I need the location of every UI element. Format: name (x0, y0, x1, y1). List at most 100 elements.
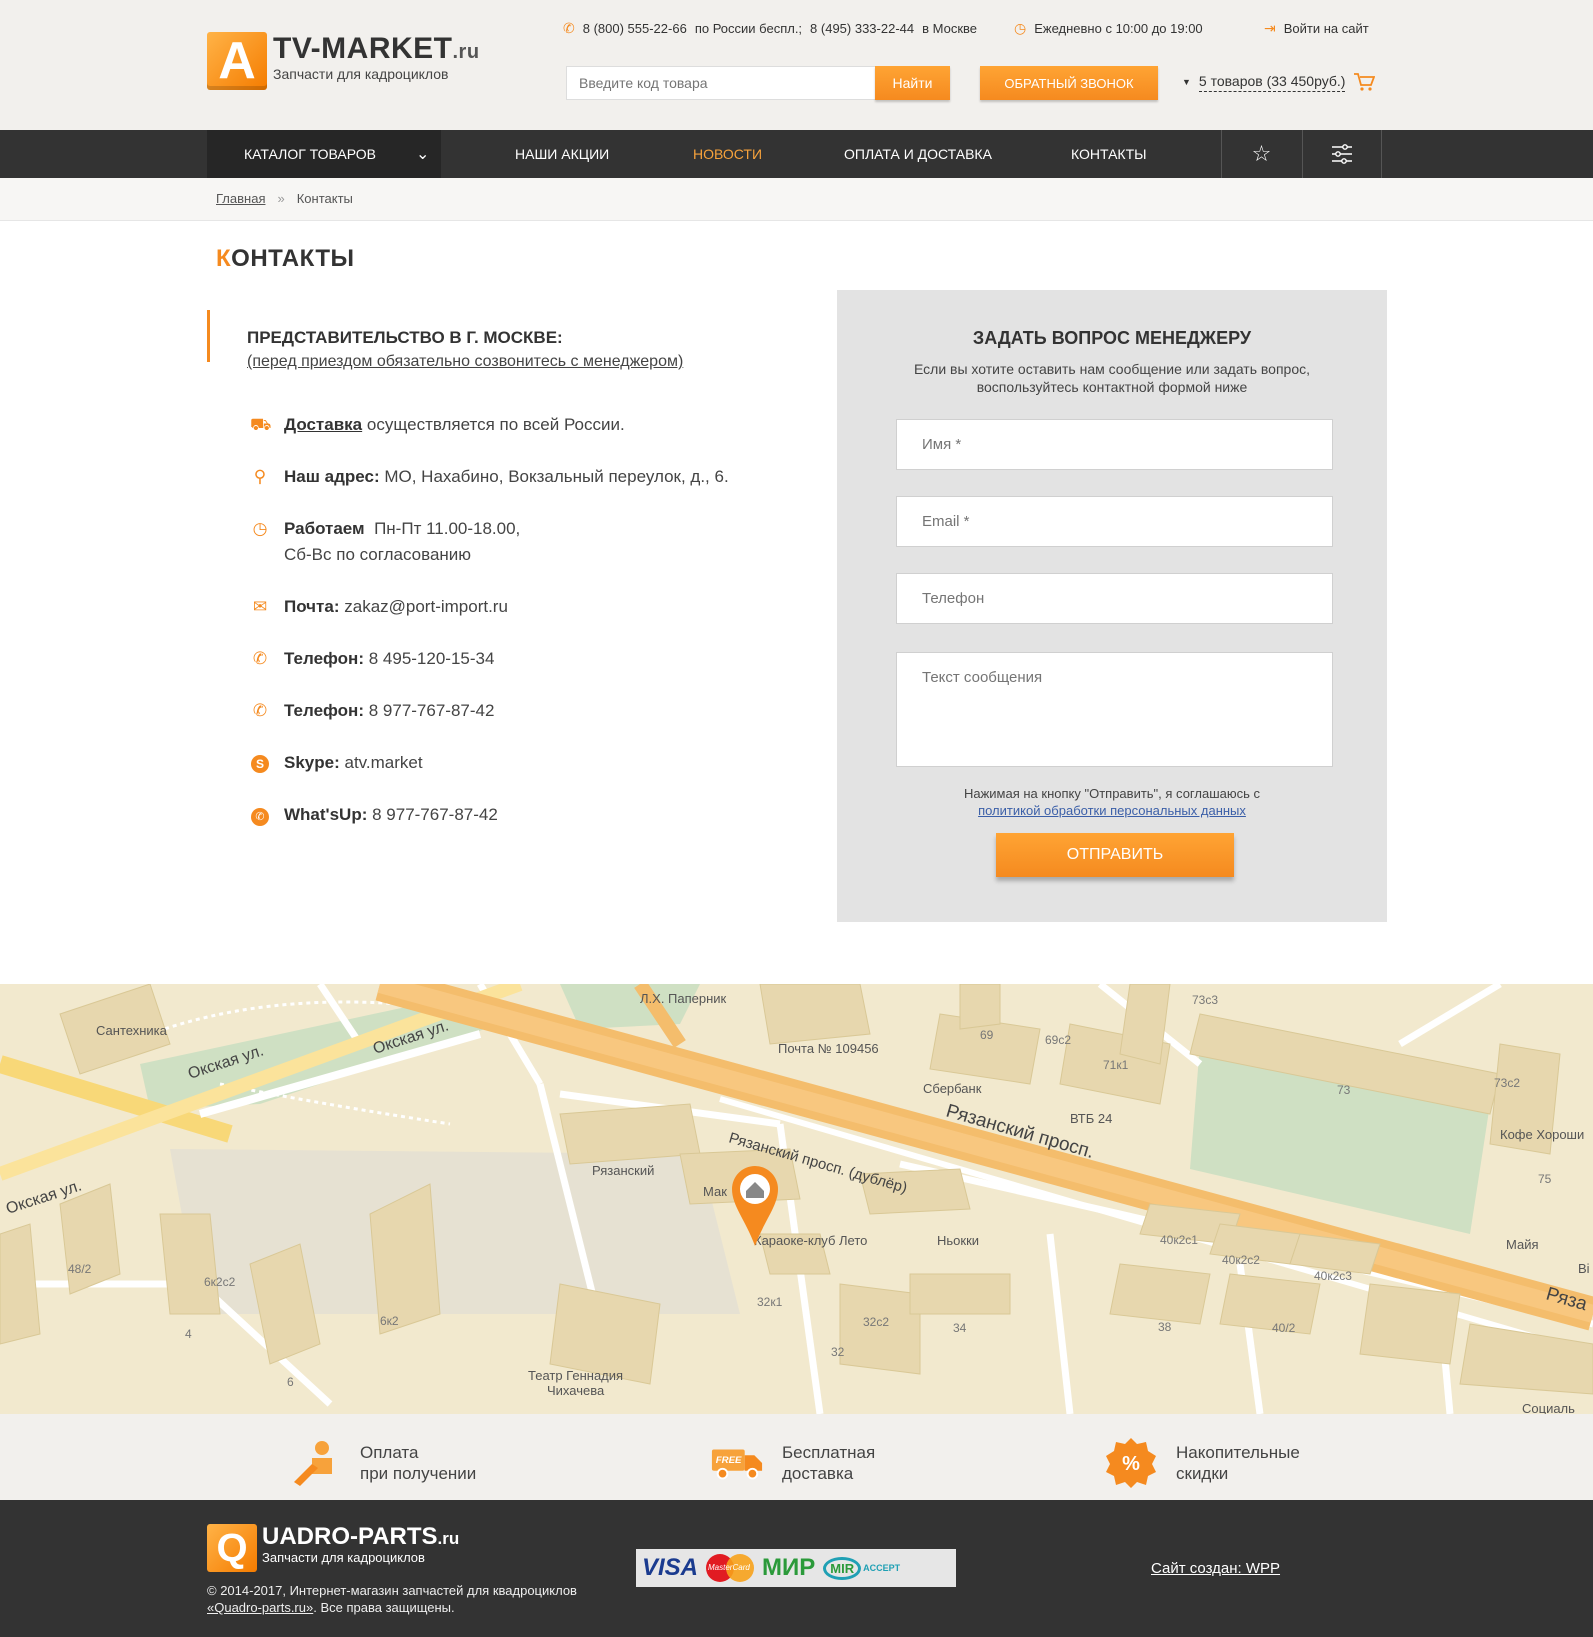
catalog-menu[interactable]: КАТАЛОГ ТОВАРОВ ⌄ (207, 130, 441, 178)
location-pin-icon: ⚲ (253, 467, 267, 486)
page-title-first-letter: К (216, 245, 232, 272)
mail-label: Почта: (284, 597, 340, 616)
developer-link[interactable]: Сайт создан: WPP (1151, 1560, 1280, 1577)
work-label: Работаем (284, 519, 365, 538)
map-bldg-40k2c2: 40к2с2 (1222, 1253, 1260, 1267)
nav-item-payment-delivery[interactable]: ОПЛАТА И ДОСТАВКА (844, 130, 992, 178)
search-button[interactable]: Найти (875, 66, 950, 100)
header-hours: ◷ Ежедневно с 10:00 до 19:00 (1014, 20, 1203, 37)
percent-badge-icon: % (1106, 1438, 1156, 1488)
site-logo[interactable]: A TV-MARKET.ru Запчасти для кадроциклов (207, 32, 480, 90)
nav-item-news[interactable]: НОВОСТИ (693, 130, 762, 178)
skype-text[interactable]: atv.market (344, 753, 422, 772)
sliders-icon (1332, 144, 1352, 164)
map-label-karaoke: Караоке-клуб Лето (754, 1233, 867, 1248)
map-bldg-6: 6 (287, 1375, 294, 1389)
map-label-theatre: Театр Геннадия (528, 1368, 623, 1383)
map-bldg-73: 73 (1337, 1083, 1351, 1097)
map-label-nyokki: Ньокки (937, 1233, 979, 1248)
phone-text-1[interactable]: 8 495-120-15-34 (369, 649, 495, 668)
phone-2[interactable]: 8 (495) 333-22-44 (810, 21, 914, 36)
map-label-vtb: ВТБ 24 (1070, 1111, 1112, 1126)
submit-button[interactable]: ОТПРАВИТЬ (996, 833, 1234, 877)
contact-work-hours: ◷ Работаем Пн-Пт 11.00-18.00, Сб-Вс по со… (250, 516, 521, 568)
free-label: FREE (716, 1455, 742, 1466)
callback-button[interactable]: ОБРАТНЫЙ ЗВОНОК (980, 66, 1158, 100)
email-field[interactable] (896, 496, 1333, 547)
name-field[interactable] (896, 419, 1333, 470)
courier-icon (294, 1441, 332, 1486)
contact-delivery: ⛟ Доставка осуществляется по всей России… (250, 412, 625, 438)
breadcrumb-home[interactable]: Главная (216, 191, 265, 206)
delivery-label[interactable]: Доставка (284, 415, 362, 434)
feature-1-line-1: Оплата (360, 1443, 419, 1462)
favorites-button[interactable]: ☆ (1221, 130, 1301, 178)
envelope-icon: ✉ (252, 597, 268, 616)
contact-whatsapp: ✆ What'sUp: 8 977-767-87-42 (250, 802, 498, 828)
map-bldg-73c2: 73с2 (1494, 1076, 1520, 1090)
copyright: © 2014-2017, Интернет-магазин запчастей … (207, 1582, 577, 1616)
compare-button[interactable] (1302, 130, 1382, 178)
map-bldg-6k2: 6к2 (380, 1314, 399, 1328)
breadcrumb-current: Контакты (296, 191, 353, 206)
phone-2-note: в Москве (922, 21, 978, 36)
footer-logo-title: UADRO-PARTS (262, 1523, 438, 1550)
footer-logo-domain: .ru (437, 1529, 460, 1548)
privacy-policy-link[interactable]: политикой обработки персональных данных (978, 803, 1246, 818)
skype-icon: S (251, 755, 269, 773)
map-label-bi: Bi (1578, 1261, 1590, 1276)
map-bldg-32c2: 32с2 (863, 1315, 889, 1329)
contact-address: ⚲ Наш адрес: МО, Нахабино, Вокзальный пе… (250, 464, 729, 490)
contact-form: ЗАДАТЬ ВОПРОС МЕНЕДЖЕРУ Если вы хотите о… (837, 290, 1387, 922)
nav-item-promo[interactable]: НАШИ АКЦИИ (515, 130, 609, 178)
map-bldg-73c3: 73с3 (1192, 993, 1218, 1007)
clock-icon: ◷ (252, 519, 268, 538)
map-label-ryazansky: Рязанский (592, 1163, 654, 1178)
contact-skype: S Skype: atv.market (250, 750, 423, 776)
mir-accept-label: ACCEPT (863, 1563, 901, 1573)
logo-mark: A (207, 32, 267, 90)
map-bldg-32k1: 32к1 (757, 1295, 783, 1309)
phone-field[interactable] (896, 573, 1333, 624)
map-bldg-69: 69 (980, 1028, 994, 1042)
copyright-site-link[interactable]: «Quadro-parts.ru» (207, 1600, 313, 1615)
phone-1[interactable]: 8 (800) 555-22-66 (583, 21, 687, 36)
feature-cash-on-delivery: Оплата при получении (288, 1438, 476, 1488)
footer-logo[interactable]: Q UADRO-PARTS.ru Запчасти для кадроцикло… (207, 1523, 460, 1572)
mir-accept-logo: MIR ACCEPT (823, 1556, 901, 1580)
footer: Q UADRO-PARTS.ru Запчасти для кадроцикло… (0, 1500, 1593, 1637)
cart-summary: 5 товаров (33 450руб.) (1198, 73, 1346, 92)
logo-title: TV-MARKET (273, 32, 453, 65)
login-icon: ⇥ (1264, 20, 1276, 36)
phone-text-2[interactable]: 8 977-767-87-42 (369, 701, 495, 720)
map-label-coffee: Кофе Хороши (1500, 1127, 1584, 1142)
mail-text[interactable]: zakaz@port-import.ru (344, 597, 508, 616)
main-nav: КАТАЛОГ ТОВАРОВ ⌄ НАШИ АКЦИИ НОВОСТИ ОПЛ… (0, 130, 1593, 178)
feature-3-line-2: скидки (1176, 1464, 1229, 1483)
search-input[interactable] (566, 66, 875, 100)
consent-text: Нажимая на кнопку "Отправить", я соглаша… (877, 785, 1347, 819)
message-field[interactable] (896, 652, 1333, 767)
phone-1-note: по России беспл.; (694, 21, 803, 36)
mastercard-logo-icon: MasterCard (706, 1554, 755, 1582)
features-bar: Оплата при получении FREE Бесплатная доста… (0, 1414, 1593, 1500)
map-bldg-32: 32 (831, 1345, 845, 1359)
map[interactable]: Сантехника Л.Х. Паперник Почта № 109456 … (0, 984, 1593, 1414)
nav-item-contacts[interactable]: КОНТАКТЫ (1071, 130, 1147, 178)
login-link[interactable]: ⇥ Войти на сайт (1264, 20, 1369, 37)
payment-methods: VISA MasterCard МИР MIR ACCEPT (636, 1549, 956, 1587)
page-title: КОНТАКТЫ (216, 245, 355, 273)
map-label-theatre-2: Чихачева (547, 1383, 605, 1398)
office-title: ПРЕДСТАВИТЕЛЬСТВО В Г. МОСКВЕ: (247, 328, 563, 347)
footer-logo-mark: Q (207, 1524, 257, 1572)
office-note[interactable]: (перед приездом обязательно созвонитесь … (247, 353, 683, 371)
svg-text:%: % (1122, 1453, 1140, 1475)
map-label-post: Почта № 109456 (778, 1041, 879, 1056)
phone-label-2: Телефон: (284, 701, 364, 720)
map-bldg-6k2c2: 6к2с2 (204, 1275, 236, 1289)
work-text-2: Сб-Вс по согласованию (284, 545, 472, 564)
whatsapp-text[interactable]: 8 977-767-87-42 (372, 805, 498, 824)
copyright-line-2: . Все права защищены. (313, 1600, 455, 1615)
cart-link[interactable]: ▼ 5 товаров (33 450руб.) (1182, 72, 1376, 92)
caret-down-icon: ▼ (1182, 77, 1191, 87)
